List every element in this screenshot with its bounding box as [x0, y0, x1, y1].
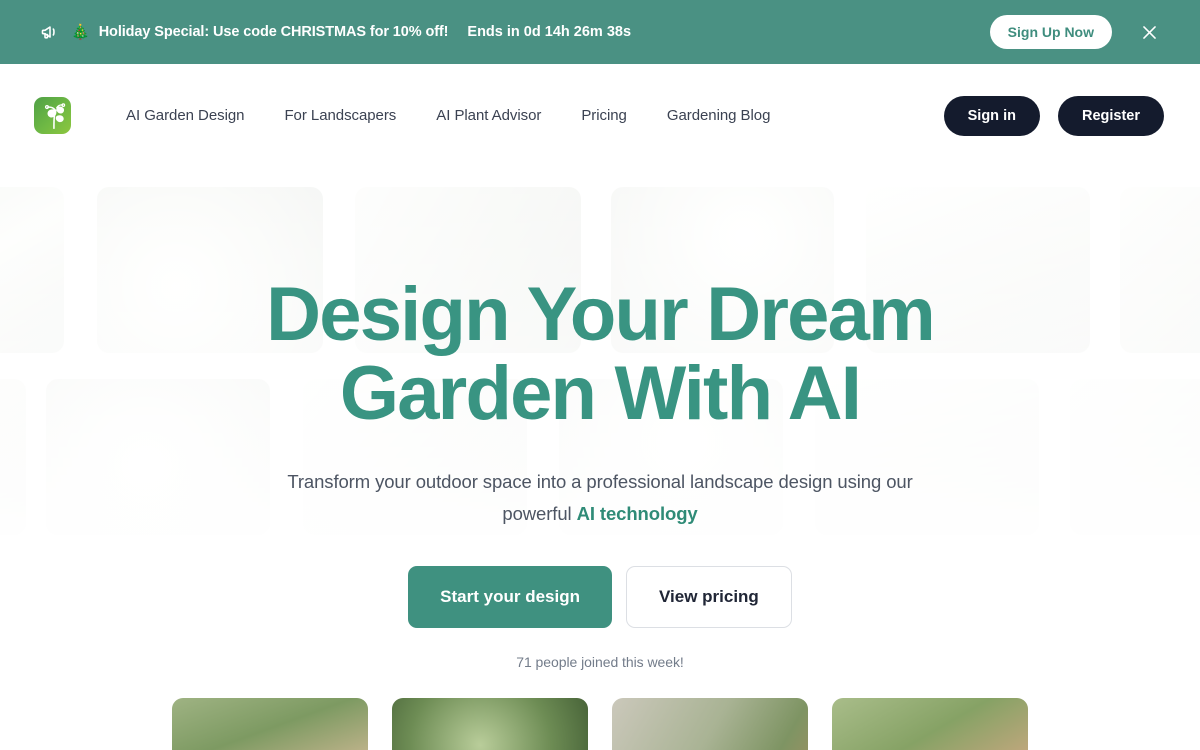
garden-thumbnail-1[interactable]: [172, 697, 368, 750]
social-proof-text: 71 people joined this week!: [516, 653, 684, 670]
promo-message: Holiday Special: Use code CHRISTMAS for …: [98, 24, 449, 40]
hero-title: Design Your Dream Garden With AI: [0, 275, 1200, 433]
garden-carousel: [0, 697, 1200, 750]
main-navigation: AI Garden Design For Landscapers AI Plan…: [0, 64, 1200, 167]
promo-message-group: 🎄 Holiday Special: Use code CHRISTMAS fo…: [40, 22, 990, 42]
plant-leaf-logo[interactable]: [34, 97, 71, 134]
nav-actions: Sign in Register: [943, 95, 1164, 136]
garden-thumbnail-2[interactable]: [392, 697, 588, 750]
christmas-tree-emoji: 🎄: [71, 23, 90, 41]
hero-subtitle-accent: AI technology: [576, 502, 698, 524]
start-your-design-button[interactable]: Start your design: [408, 565, 612, 628]
nav-link-ai-garden-design[interactable]: AI Garden Design: [126, 107, 244, 124]
promo-countdown: Ends in 0d 14h 26m 38s: [467, 24, 632, 40]
nav-links: AI Garden Design For Landscapers AI Plan…: [126, 107, 770, 124]
sign-in-button[interactable]: Sign in: [943, 95, 1040, 136]
close-icon[interactable]: [1134, 17, 1164, 47]
banner-signup-button[interactable]: Sign Up Now: [989, 15, 1112, 49]
hero-title-line-2: Garden With AI: [339, 351, 862, 437]
hero-title-line-1: Design Your Dream: [266, 272, 935, 357]
garden-thumbnail-3[interactable]: [612, 697, 808, 750]
view-pricing-button[interactable]: View pricing: [625, 565, 792, 628]
hero-cta-group: Start your design View pricing: [0, 565, 1200, 628]
megaphone-icon: [40, 22, 60, 42]
garden-thumbnail-4[interactable]: [832, 697, 1028, 750]
nav-link-pricing[interactable]: Pricing: [581, 107, 627, 124]
hero-content: Design Your Dream Garden With AI Transfo…: [0, 167, 1200, 750]
promo-banner: 🎄 Holiday Special: Use code CHRISTMAS fo…: [0, 0, 1200, 64]
nav-link-gardening-blog[interactable]: Gardening Blog: [667, 107, 771, 124]
hero-subtitle: Transform your outdoor space into a prof…: [280, 466, 920, 530]
register-button[interactable]: Register: [1057, 95, 1164, 136]
hero-section: Design Your Dream Garden With AI Transfo…: [0, 167, 1200, 750]
nav-link-for-landscapers[interactable]: For Landscapers: [284, 107, 396, 124]
nav-link-ai-plant-advisor[interactable]: AI Plant Advisor: [436, 107, 541, 124]
